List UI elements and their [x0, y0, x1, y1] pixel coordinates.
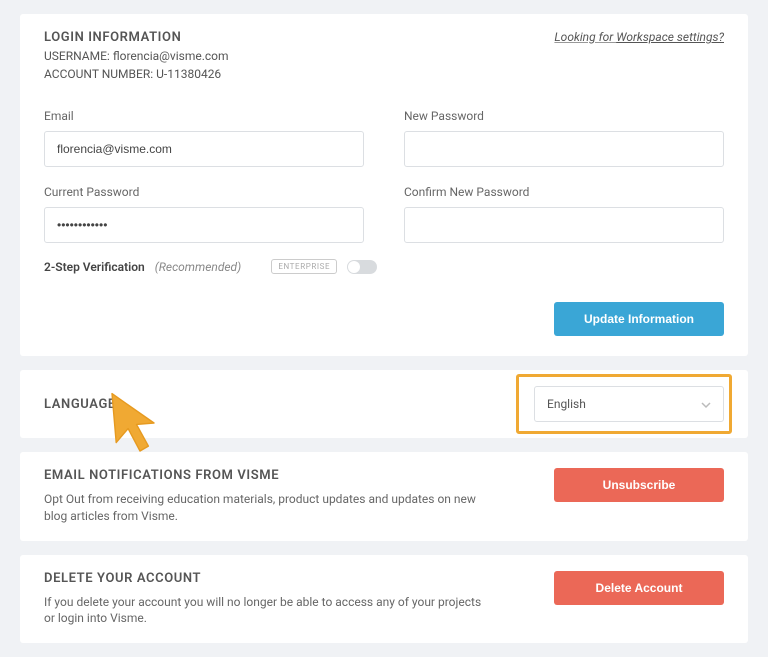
enterprise-badge: ENTERPRISE [271, 259, 337, 274]
delete-account-section: DELETE YOUR ACCOUNT If you delete your a… [20, 555, 748, 644]
confirm-password-field-wrap: Confirm New Password [404, 185, 724, 243]
login-info-section: Looking for Workspace settings? LOGIN IN… [20, 14, 748, 356]
unsubscribe-button[interactable]: Unsubscribe [554, 468, 724, 502]
confirm-password-label: Confirm New Password [404, 185, 724, 199]
two-factor-recommended: (Recommended) [155, 260, 241, 274]
email-field-wrap: Email [44, 109, 364, 167]
delete-account-desc: If you delete your account you will no l… [44, 594, 484, 628]
language-select[interactable]: English [534, 386, 724, 422]
username-row: USERNAME: florencia@visme.com [44, 49, 724, 63]
workspace-settings-link[interactable]: Looking for Workspace settings? [554, 30, 724, 44]
current-password-field-wrap: Current Password [44, 185, 364, 243]
delete-account-button[interactable]: Delete Account [554, 571, 724, 605]
email-notifications-desc: Opt Out from receiving education materia… [44, 491, 484, 525]
email-notifications-title: EMAIL NOTIFICATIONS FROM VISME [44, 468, 530, 483]
two-factor-row: 2-Step Verification (Recommended) ENTERP… [44, 259, 377, 274]
new-password-input[interactable] [404, 131, 724, 167]
email-input[interactable] [44, 131, 364, 167]
current-password-input[interactable] [44, 207, 364, 243]
language-section: LANGUAGE English [20, 370, 748, 438]
language-title: LANGUAGE [44, 397, 116, 412]
confirm-password-input[interactable] [404, 207, 724, 243]
delete-account-title: DELETE YOUR ACCOUNT [44, 571, 530, 586]
new-password-label: New Password [404, 109, 724, 123]
workspace-prefix: Looking for [554, 30, 616, 44]
workspace-link-text: Workspace settings? [616, 30, 724, 44]
current-password-label: Current Password [44, 185, 364, 199]
account-row: ACCOUNT NUMBER: U-11380426 [44, 67, 724, 81]
email-label: Email [44, 109, 364, 123]
update-information-button[interactable]: Update Information [554, 302, 724, 336]
two-factor-label: 2-Step Verification [44, 260, 145, 274]
email-notifications-section: EMAIL NOTIFICATIONS FROM VISME Opt Out f… [20, 452, 748, 541]
new-password-field-wrap: New Password [404, 109, 724, 167]
two-factor-toggle[interactable] [347, 260, 377, 274]
language-selected: English [547, 397, 586, 411]
chevron-down-icon [701, 399, 711, 409]
